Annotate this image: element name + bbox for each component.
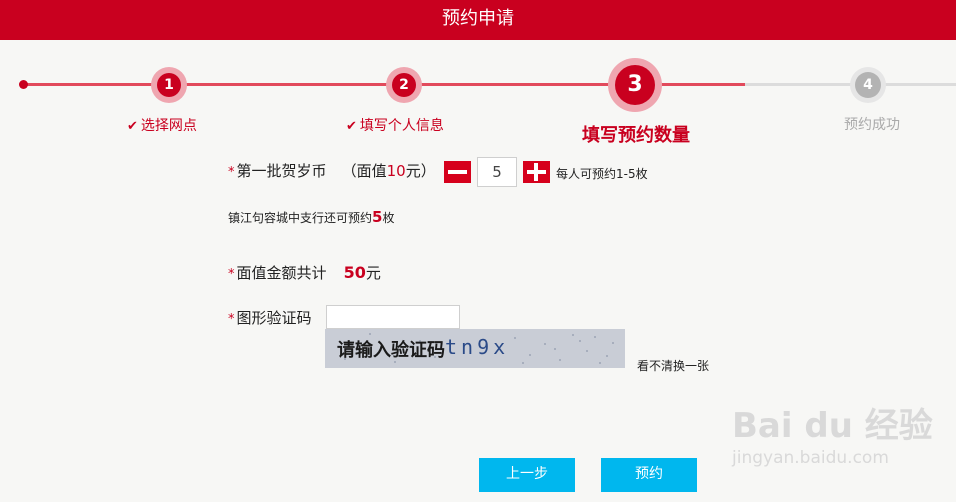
- captcha-row: * 图形验证码: [228, 307, 312, 328]
- coin-label: 第一批贺岁币: [236, 162, 327, 180]
- refresh-captcha-link[interactable]: 看不清换一张: [637, 357, 709, 374]
- watermark-logo-text: Bai du 经验: [732, 406, 933, 446]
- watermark-url: jingyan.baidu.com: [732, 448, 889, 468]
- step-4-number: 4: [855, 72, 881, 98]
- captcha-image[interactable]: 请输入验证码 tn9x: [325, 329, 625, 368]
- step-4-label: 预约成功: [844, 117, 900, 133]
- step-3-label: 填写预约数量: [582, 125, 690, 146]
- captcha-code: tn9x: [445, 335, 510, 359]
- check-icon: ✔: [346, 119, 357, 134]
- branch-count: 5: [372, 208, 383, 226]
- quantity-limit-text: 每人可预约1-5枚: [556, 167, 648, 181]
- required-mark: *: [228, 165, 235, 180]
- face-value-prefix: （面值: [341, 162, 387, 180]
- branch-text: 镇江句容城中支行还可预约: [228, 211, 373, 225]
- required-mark: *: [228, 312, 235, 327]
- step-3-number: 3: [615, 65, 655, 105]
- face-value: 10: [386, 162, 406, 180]
- page-title: 预约申请: [442, 8, 514, 29]
- page-header: 预约申请: [0, 0, 956, 40]
- total-unit: 元: [365, 264, 381, 282]
- step-1-number: 1: [157, 73, 181, 97]
- decrease-quantity-button[interactable]: [444, 161, 471, 183]
- increase-quantity-button[interactable]: [523, 161, 550, 183]
- submit-reservation-button[interactable]: 预约: [601, 458, 697, 492]
- baidu-watermark: Bai du 经验 jingyan.baidu.com: [732, 398, 933, 468]
- quantity-input[interactable]: 5: [477, 157, 517, 187]
- check-icon: ✔: [127, 119, 138, 134]
- coin-row: * 第一批贺岁币 （面值10元）: [228, 160, 436, 181]
- face-value-suffix: 元）: [405, 162, 436, 180]
- total-amount: 50: [343, 263, 366, 282]
- step-1-label: ✔ 选择网点: [127, 118, 197, 134]
- step-2-number: 2: [392, 73, 416, 97]
- branch-remaining: 镇江句容城中支行还可预约5枚: [228, 208, 394, 226]
- required-mark: *: [228, 267, 235, 282]
- captcha-hint: 请输入验证码: [337, 340, 445, 361]
- branch-unit: 枚: [382, 211, 395, 225]
- progress-start-dot: [19, 80, 28, 89]
- captcha-input[interactable]: [326, 305, 460, 329]
- captcha-label: 图形验证码: [236, 309, 312, 327]
- previous-step-button[interactable]: 上一步: [479, 458, 575, 492]
- minus-icon: [448, 170, 467, 174]
- total-row: * 面值金额共计 50元: [228, 262, 381, 283]
- total-label: 面值金额共计: [236, 264, 327, 282]
- step-2-label: ✔ 填写个人信息: [346, 118, 444, 134]
